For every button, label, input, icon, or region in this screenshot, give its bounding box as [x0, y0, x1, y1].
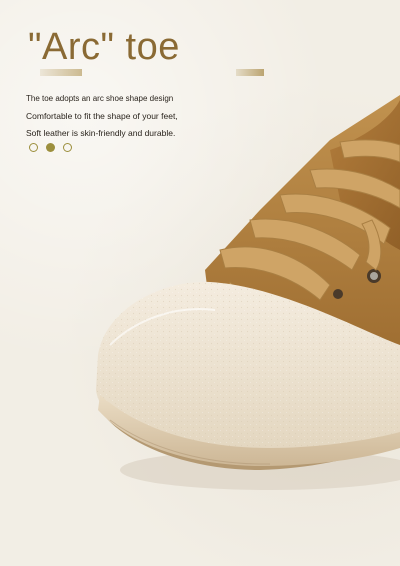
sneaker-illustration	[96, 95, 400, 490]
